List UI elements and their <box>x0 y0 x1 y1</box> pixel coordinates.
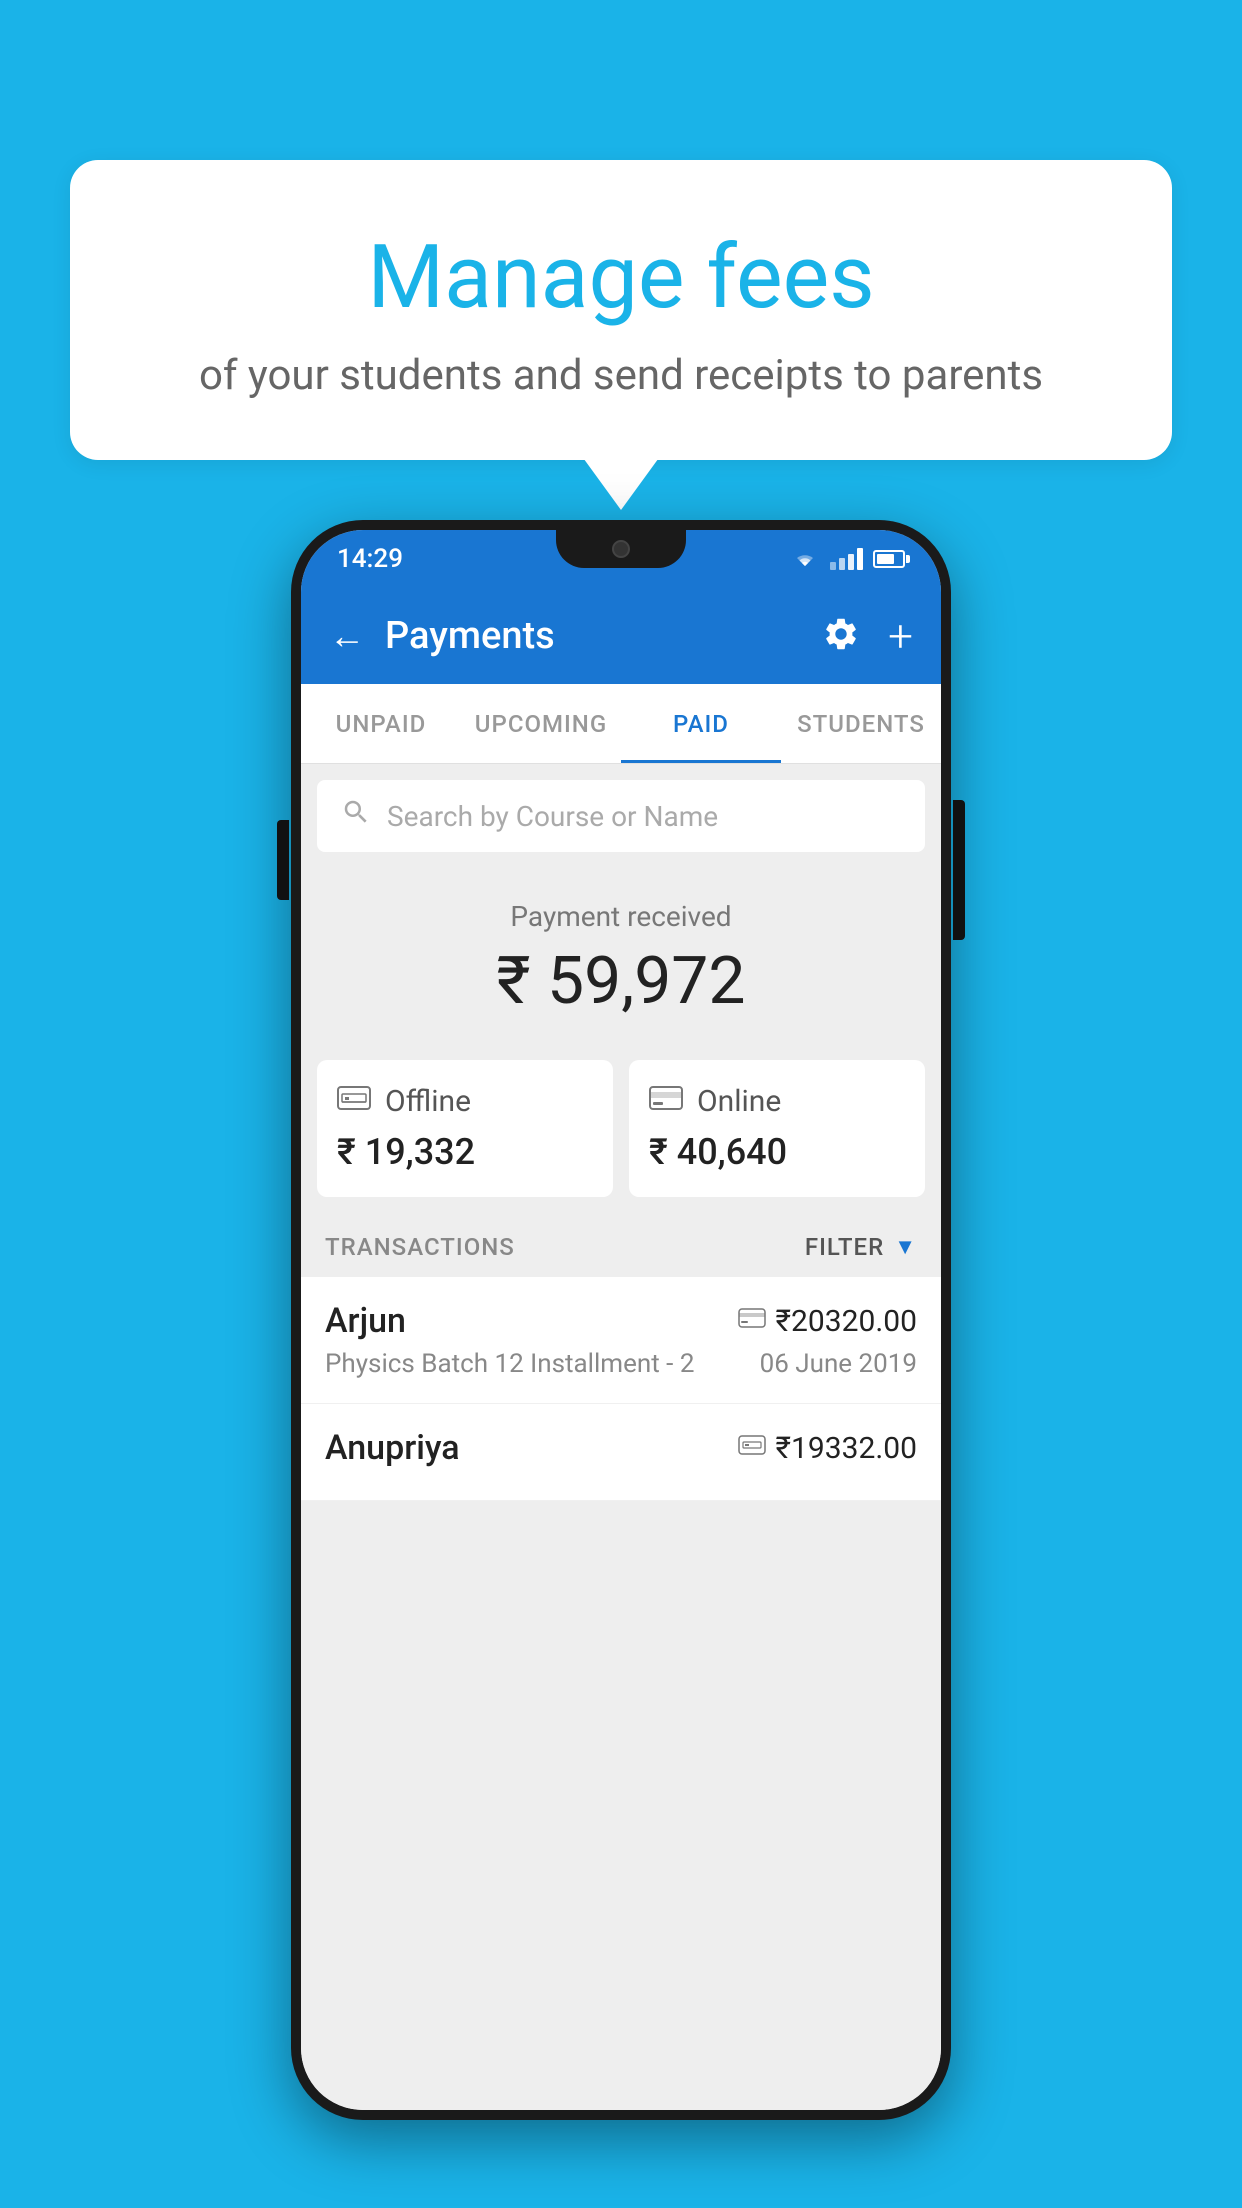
offline-label: Offline <box>385 1084 471 1119</box>
tab-unpaid[interactable]: UNPAID <box>301 684 461 763</box>
transaction-amount: ₹19332.00 <box>776 1431 917 1466</box>
bubble-title: Manage fees <box>150 230 1092 327</box>
wifi-icon <box>790 548 820 570</box>
payment-received-label: Payment received <box>301 900 941 933</box>
search-icon <box>341 797 371 835</box>
gear-icon <box>822 615 860 653</box>
tab-paid[interactable]: PAID <box>621 684 781 763</box>
transaction-list: Arjun ₹20320.00 <box>301 1277 941 1501</box>
transaction-top: Anupriya ₹19332.00 <box>325 1428 917 1468</box>
transaction-item[interactable]: Arjun ₹20320.00 <box>301 1277 941 1404</box>
online-label: Online <box>697 1084 781 1119</box>
filter-icon: ▼ <box>894 1234 917 1260</box>
status-bar: 14:29 <box>301 530 941 588</box>
online-card-header: Online <box>649 1084 905 1119</box>
card-mode-icon <box>738 1306 766 1336</box>
transactions-label: TRANSACTIONS <box>325 1233 515 1261</box>
phone-frame: 14:29 <box>291 520 951 2120</box>
tab-bar: UNPAID UPCOMING PAID STUDENTS <box>301 684 941 764</box>
filter-label: FILTER <box>805 1233 884 1261</box>
transaction-amount-wrap: ₹20320.00 <box>738 1304 917 1339</box>
speech-bubble: Manage fees of your students and send re… <box>70 160 1172 460</box>
transaction-bottom: Physics Batch 12 Installment - 2 06 June… <box>325 1349 917 1379</box>
back-button[interactable]: ← <box>329 615 365 657</box>
payment-summary: Payment received ₹ 59,972 <box>301 868 941 1044</box>
app-title: Payments <box>385 614 822 658</box>
search-placeholder-text: Search by Course or Name <box>387 800 718 833</box>
transaction-item[interactable]: Anupriya ₹19332.00 <box>301 1404 941 1501</box>
transaction-top: Arjun ₹20320.00 <box>325 1301 917 1341</box>
offline-payment-card: Offline ₹ 19,332 <box>317 1060 613 1197</box>
transaction-date: 06 June 2019 <box>760 1349 917 1379</box>
battery-icon <box>873 550 905 568</box>
offline-icon <box>337 1084 371 1119</box>
payment-amount: ₹ 59,972 <box>301 943 941 1020</box>
notch <box>556 530 686 568</box>
tab-upcoming[interactable]: UPCOMING <box>461 684 621 763</box>
speech-bubble-container: Manage fees of your students and send re… <box>70 160 1172 460</box>
transaction-course: Physics Batch 12 Installment - 2 <box>325 1349 694 1379</box>
payment-cards: Offline ₹ 19,332 <box>301 1044 941 1213</box>
offline-amount: ₹ 19,332 <box>337 1131 593 1173</box>
online-amount: ₹ 40,640 <box>649 1131 905 1173</box>
add-button[interactable]: + <box>888 610 913 662</box>
app-bar-actions: + <box>822 610 913 662</box>
transaction-amount-wrap: ₹19332.00 <box>738 1431 917 1466</box>
transaction-amount: ₹20320.00 <box>776 1304 917 1339</box>
status-time: 14:29 <box>337 544 403 574</box>
tab-students[interactable]: STUDENTS <box>781 684 941 763</box>
phone-screen: 14:29 <box>301 530 941 2110</box>
online-icon <box>649 1085 683 1118</box>
signal-icon <box>830 548 863 570</box>
transactions-header: TRANSACTIONS FILTER ▼ <box>301 1213 941 1277</box>
bubble-subtitle: of your students and send receipts to pa… <box>150 351 1092 400</box>
camera-dot <box>612 540 630 558</box>
offline-card-header: Offline <box>337 1084 593 1119</box>
plus-icon: + <box>888 610 913 662</box>
online-payment-card: Online ₹ 40,640 <box>629 1060 925 1197</box>
transaction-name: Anupriya <box>325 1428 460 1468</box>
transaction-name: Arjun <box>325 1301 406 1341</box>
status-icons <box>790 548 905 570</box>
search-bar[interactable]: Search by Course or Name <box>317 780 925 852</box>
filter-button[interactable]: FILTER ▼ <box>805 1233 917 1261</box>
app-bar: ← Payments + <box>301 588 941 684</box>
cash-mode-icon <box>738 1433 766 1463</box>
settings-button[interactable] <box>822 615 860 657</box>
content-area: Search by Course or Name Payment receive… <box>301 764 941 2110</box>
